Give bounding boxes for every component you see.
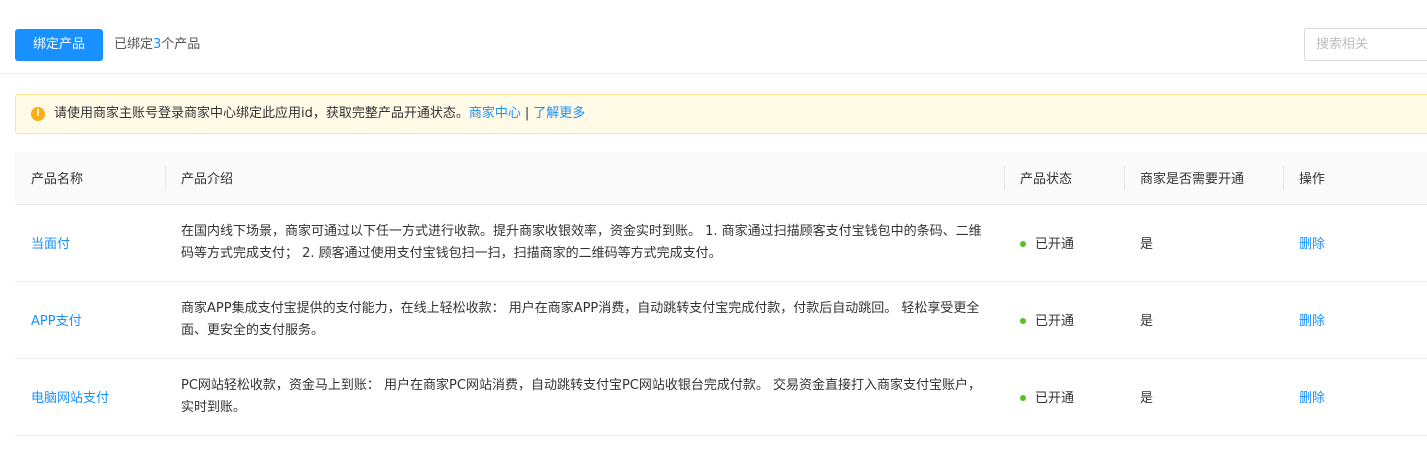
search-input[interactable]	[1304, 28, 1427, 61]
column-header-name: 产品名称	[15, 152, 165, 205]
delete-link[interactable]: 删除	[1299, 314, 1325, 329]
info-alert: ! 请使用商家主账号登录商家中心绑定此应用id，获取完整产品开通状态。商家中心 |…	[15, 94, 1427, 134]
learn-more-link[interactable]: 了解更多	[533, 106, 585, 121]
product-name-link[interactable]: 当面付	[31, 237, 70, 252]
bound-prefix: 已绑定	[114, 37, 154, 52]
actions-cell: 删除	[1283, 358, 1427, 436]
product-name-link[interactable]: APP支付	[31, 314, 82, 329]
column-header-needs-activation: 商家是否需要开通	[1124, 152, 1283, 205]
table-row: 电脑网站支付 PC网站轻松收款，资金马上到账： 用户在商家PC网站消费，自动跳转…	[15, 358, 1427, 436]
toolbar: 绑定产品 已绑定3个产品	[0, 0, 1427, 74]
link-separator: |	[524, 106, 530, 121]
table-header-row: 产品名称 产品介绍 产品状态 商家是否需要开通 操作	[15, 152, 1427, 205]
product-status-cell: 已开通	[1004, 281, 1124, 359]
product-name-cell: APP支付	[15, 281, 165, 359]
column-header-actions: 操作	[1283, 152, 1427, 205]
table-row: 当面付 在国内线下场景，商家可通过以下任一方式进行收款。提升商家收银效率，资金实…	[15, 204, 1427, 282]
product-description: 商家APP集成支付宝提供的支付能力，在线上轻松收款： 用户在商家APP消费，自动…	[165, 281, 1004, 359]
merchant-center-link[interactable]: 商家中心	[469, 106, 521, 121]
actions-cell: 删除	[1283, 281, 1427, 359]
product-description: 在国内线下场景，商家可通过以下任一方式进行收款。提升商家收银效率，资金实时到账。…	[165, 204, 1004, 282]
table-row: APP支付 商家APP集成支付宝提供的支付能力，在线上轻松收款： 用户在商家AP…	[15, 281, 1427, 359]
status-dot-icon	[1020, 317, 1026, 324]
product-status-cell: 已开通	[1004, 358, 1124, 436]
actions-cell: 删除	[1283, 204, 1427, 282]
product-status: 已开通	[1035, 391, 1075, 406]
bound-count-text: 已绑定3个产品	[114, 29, 200, 61]
alert-text: 请使用商家主账号登录商家中心绑定此应用id，获取完整产品开通状态。	[54, 106, 469, 121]
bind-product-button[interactable]: 绑定产品	[15, 29, 103, 61]
alert-message: 请使用商家主账号登录商家中心绑定此应用id，获取完整产品开通状态。商家中心 | 了解…	[54, 95, 585, 133]
column-header-description: 产品介绍	[165, 152, 1004, 205]
needs-activation: 是	[1124, 358, 1283, 436]
product-name-link[interactable]: 电脑网站支付	[31, 391, 109, 406]
needs-activation: 是	[1124, 204, 1283, 282]
column-header-status: 产品状态	[1004, 152, 1124, 205]
delete-link[interactable]: 删除	[1299, 391, 1325, 406]
status-dot-icon	[1020, 394, 1026, 401]
needs-activation: 是	[1124, 281, 1283, 359]
warning-icon: !	[31, 107, 45, 121]
delete-link[interactable]: 删除	[1299, 237, 1325, 252]
product-status: 已开通	[1035, 237, 1075, 252]
product-status: 已开通	[1035, 314, 1075, 329]
products-table: 产品名称 产品介绍 产品状态 商家是否需要开通 操作 当面付 在国内线下场景，商…	[15, 152, 1427, 436]
product-description: PC网站轻松收款，资金马上到账： 用户在商家PC网站消费，自动跳转支付宝PC网站…	[165, 358, 1004, 436]
status-dot-icon	[1020, 240, 1026, 247]
product-name-cell: 电脑网站支付	[15, 358, 165, 436]
product-name-cell: 当面付	[15, 204, 165, 282]
product-status-cell: 已开通	[1004, 204, 1124, 282]
bound-suffix: 个产品	[161, 37, 201, 52]
